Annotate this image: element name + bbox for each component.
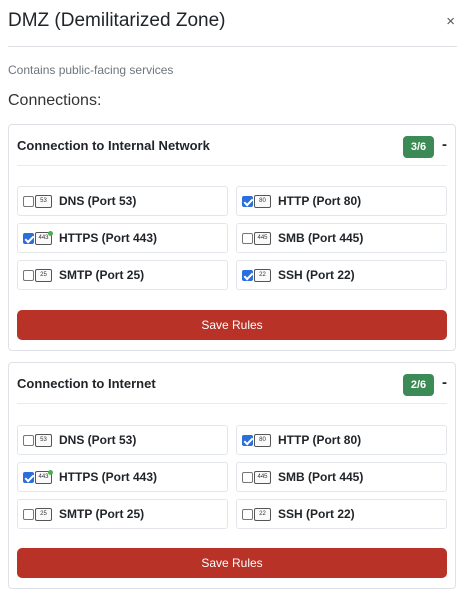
port-label: HTTP (Port 80): [278, 433, 362, 447]
checkbox[interactable]: [23, 196, 34, 207]
dialog-header: DMZ (Demilitarized Zone) ×: [8, 0, 457, 47]
port-option-https[interactable]: 443 HTTPS (Port 443): [17, 223, 228, 253]
port-25-icon: 25: [35, 269, 52, 282]
port-option-http[interactable]: 80 HTTP (Port 80): [236, 186, 447, 216]
port-option-smb[interactable]: 445 SMB (Port 445): [236, 223, 447, 253]
port-option-smb[interactable]: 445 SMB (Port 445): [236, 462, 447, 492]
port-option-ssh[interactable]: 22 SSH (Port 22): [236, 499, 447, 529]
port-53-icon: 53: [35, 195, 52, 208]
port-label: SMTP (Port 25): [59, 268, 145, 282]
port-option-smtp[interactable]: 25 SMTP (Port 25): [17, 499, 228, 529]
checkbox[interactable]: [23, 509, 34, 520]
collapse-button[interactable]: -: [442, 373, 447, 393]
port-label: SMTP (Port 25): [59, 507, 145, 521]
secure-dot-icon: [48, 470, 53, 475]
port-option-smtp[interactable]: 25 SMTP (Port 25): [17, 260, 228, 290]
icon-text: 443: [38, 235, 49, 241]
card-header: Connection to Internal Network 3/6 -: [17, 133, 447, 166]
port-445-icon: 445: [254, 471, 271, 484]
port-option-dns[interactable]: 53 DNS (Port 53): [17, 186, 228, 216]
connection-card-internal: Connection to Internal Network 3/6 - 53 …: [8, 124, 456, 351]
secure-dot-icon: [48, 231, 53, 236]
collapse-button[interactable]: -: [442, 135, 447, 155]
checkbox[interactable]: [242, 196, 253, 207]
port-80-icon: 80: [254, 195, 271, 208]
connections-heading: Connections:: [8, 92, 102, 109]
port-443-secure-icon: 443: [35, 231, 53, 245]
port-25-icon: 25: [35, 508, 52, 521]
card-header: Connection to Internet 2/6 -: [17, 371, 447, 404]
port-443-secure-icon: 443: [35, 470, 53, 484]
port-label: HTTPS (Port 443): [59, 470, 158, 484]
checkbox[interactable]: [23, 233, 34, 244]
port-22-icon: 22: [254, 508, 271, 521]
checkbox[interactable]: [242, 270, 253, 281]
port-option-https[interactable]: 443 HTTPS (Port 443): [17, 462, 228, 492]
port-label: HTTP (Port 80): [278, 194, 362, 208]
port-80-icon: 80: [254, 434, 271, 447]
zone-description: Contains public-facing services: [8, 63, 174, 77]
card-title: Connection to Internal Network: [17, 138, 210, 153]
port-label: SSH (Port 22): [278, 268, 355, 282]
port-label: DNS (Port 53): [59, 194, 137, 208]
enabled-count-badge: 3/6: [403, 136, 434, 158]
checkbox[interactable]: [242, 233, 253, 244]
connection-card-internet: Connection to Internet 2/6 - 53 DNS (Por…: [8, 362, 456, 589]
save-rules-button[interactable]: Save Rules: [17, 310, 447, 340]
port-label: SSH (Port 22): [278, 507, 355, 521]
port-53-icon: 53: [35, 434, 52, 447]
port-label: DNS (Port 53): [59, 433, 137, 447]
port-option-ssh[interactable]: 22 SSH (Port 22): [236, 260, 447, 290]
save-rules-button[interactable]: Save Rules: [17, 548, 447, 578]
port-option-http[interactable]: 80 HTTP (Port 80): [236, 425, 447, 455]
port-label: HTTPS (Port 443): [59, 231, 158, 245]
icon-text: 443: [38, 474, 49, 480]
checkbox[interactable]: [242, 472, 253, 483]
checkbox[interactable]: [23, 270, 34, 281]
checkbox[interactable]: [242, 435, 253, 446]
checkbox[interactable]: [242, 509, 253, 520]
checkbox[interactable]: [23, 472, 34, 483]
port-label: SMB (Port 445): [278, 470, 364, 484]
close-icon[interactable]: ×: [446, 12, 455, 32]
port-option-dns[interactable]: 53 DNS (Port 53): [17, 425, 228, 455]
port-22-icon: 22: [254, 269, 271, 282]
port-label: SMB (Port 445): [278, 231, 364, 245]
enabled-count-badge: 2/6: [403, 374, 434, 396]
port-445-icon: 445: [254, 232, 271, 245]
dialog-title: DMZ (Demilitarized Zone): [8, 10, 226, 31]
card-title: Connection to Internet: [17, 376, 156, 391]
checkbox[interactable]: [23, 435, 34, 446]
